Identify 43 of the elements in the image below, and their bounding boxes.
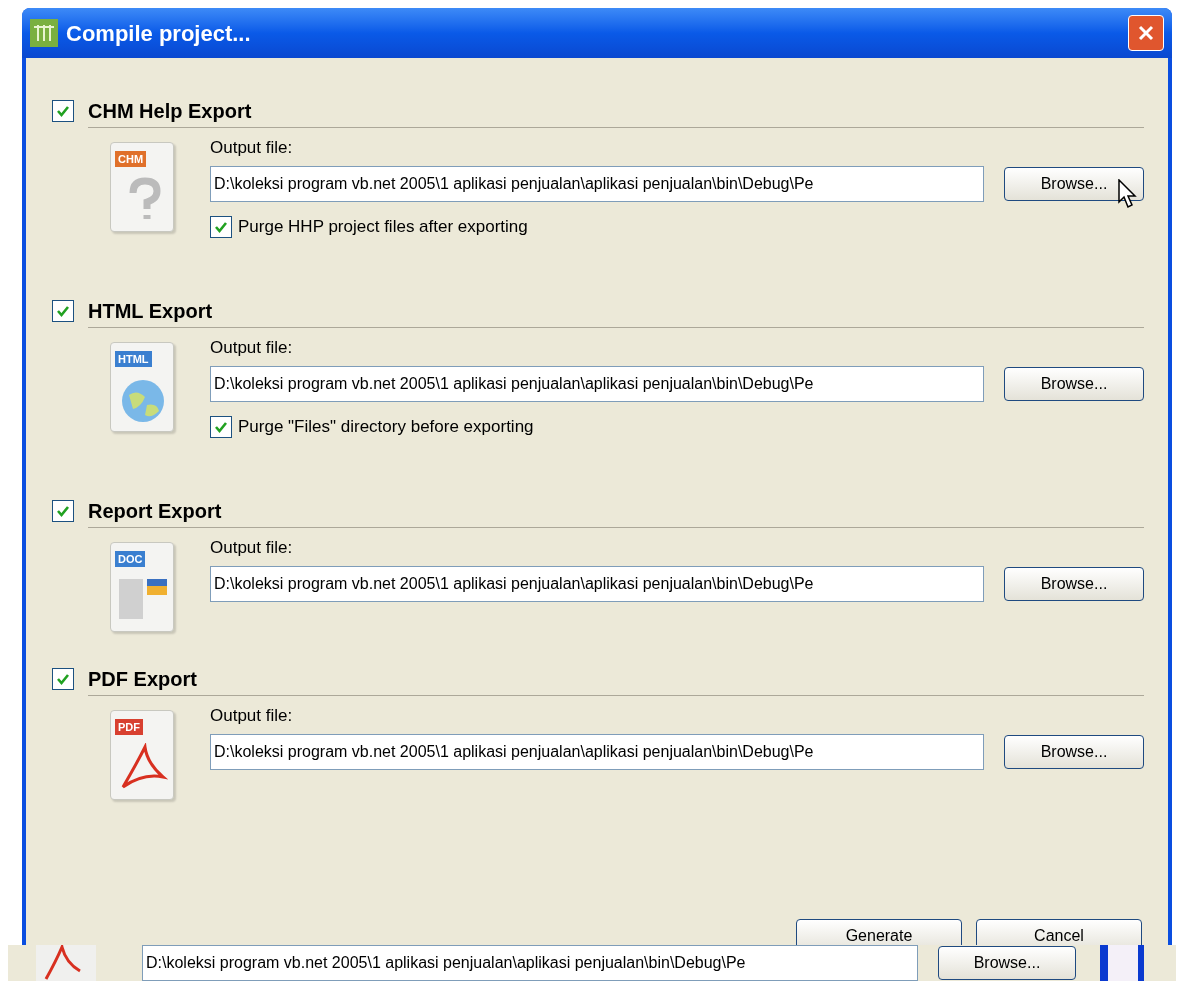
section-heading: CHM Help Export xyxy=(88,98,252,124)
section-heading: PDF Export xyxy=(88,666,197,692)
checkmark-icon xyxy=(56,672,70,686)
output-file-field[interactable]: D:\koleksi program vb.net 2005\1 aplikasi penjualan\aplikasi penjualan\bin\Debug\Pe xyxy=(210,366,984,402)
close-button[interactable] xyxy=(1128,15,1164,51)
browse-button[interactable]: Browse... xyxy=(938,946,1076,980)
option-label: Purge HHP project files after exporting xyxy=(238,216,528,238)
checkmark-icon xyxy=(56,104,70,118)
generate-button[interactable]: Generate xyxy=(796,919,962,945)
section-heading: HTML Export xyxy=(88,298,213,324)
mouse-pointer-icon xyxy=(1118,179,1138,209)
cancel-button[interactable]: Cancel xyxy=(976,919,1142,945)
checkbox[interactable] xyxy=(52,668,74,690)
pdf-icon xyxy=(36,945,96,981)
checkmark-icon xyxy=(56,304,70,318)
window-border-drawing xyxy=(1100,945,1144,981)
checkbox[interactable] xyxy=(210,215,232,238)
output-file-field[interactable]: D:\koleksi program vb.net 2005\1 aplikasi penjualan\aplikasi penjualan\bin\Debug\Pe xyxy=(210,566,984,602)
output-file-field[interactable]: D:\koleksi program vb.net 2005\1 aplikasi penjualan\aplikasi penjualan\bin\Debug\Pe xyxy=(210,734,984,770)
app-icon xyxy=(30,19,58,47)
browse-button[interactable]: Browse... xyxy=(1004,735,1144,769)
output-file-label: Output file: xyxy=(210,705,294,727)
file-type-label: CHM xyxy=(115,151,147,167)
output-file-field[interactable]: D:\koleksi program vb.net 2005\1 aplikasi penjualan\aplikasi penjualan\bin\Debug\Pe xyxy=(142,945,918,981)
section-heading: Report Export xyxy=(88,498,222,524)
file-type-label: HTML xyxy=(115,351,152,367)
checkmark-icon xyxy=(56,504,70,518)
option-label: Purge "Files" directory before exporting xyxy=(238,416,534,438)
browse-button[interactable]: Browse... xyxy=(1004,367,1144,401)
window-title: Compile project... xyxy=(66,19,251,48)
checkbox[interactable] xyxy=(52,500,74,522)
browse-button[interactable]: Browse... xyxy=(1004,167,1144,201)
checkbox[interactable] xyxy=(52,300,74,322)
browse-button[interactable]: Browse... xyxy=(1004,567,1144,601)
file-type-label: PDF xyxy=(115,719,143,735)
checkbox[interactable] xyxy=(210,415,232,438)
output-file-label: Output file: xyxy=(210,337,294,359)
close-icon xyxy=(1137,24,1155,42)
output-file-field[interactable]: D:\koleksi program vb.net 2005\1 aplikasi penjualan\aplikasi penjualan\bin\Debug\Pe xyxy=(210,166,984,202)
file-type-label: DOC xyxy=(115,551,146,567)
output-file-label: Output file: xyxy=(210,537,294,559)
output-file-label: Output file: xyxy=(210,137,294,159)
checkbox[interactable] xyxy=(52,100,74,122)
